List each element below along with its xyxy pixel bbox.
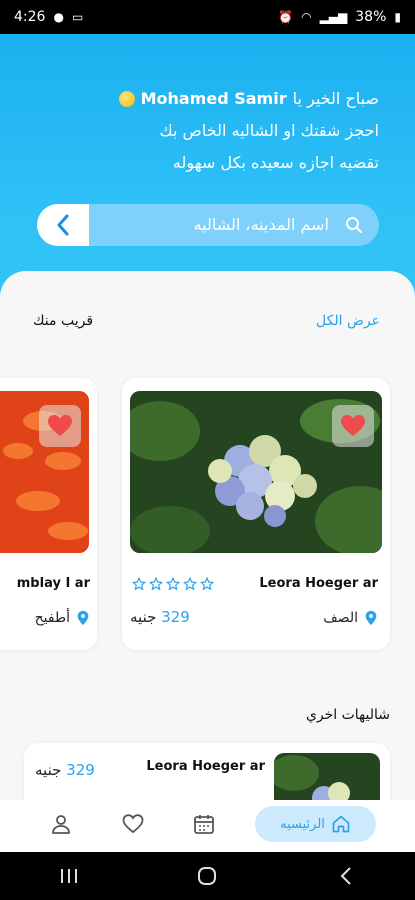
status-time: 4:26 [14, 9, 46, 25]
status-bar: 4:26 ● ▭ ⏰ ◠ ▂▄▆ 38% ▮ [0, 0, 415, 34]
emoji-icon [118, 91, 135, 107]
home-icon [332, 815, 350, 833]
star-icon [183, 577, 197, 591]
heart-outline-icon[interactable] [121, 812, 145, 836]
location-text: الصف [323, 610, 358, 626]
location-text: أطفيح [34, 610, 70, 626]
calendar-icon[interactable] [192, 812, 216, 836]
card-title: Leora Hoeger ar [259, 576, 378, 591]
location-pin-icon [77, 610, 89, 626]
wifi-icon: ◠ [301, 10, 312, 24]
rating-stars [132, 577, 214, 591]
nearby-card-partial[interactable]: mblay I ar أطفيح [0, 378, 97, 650]
laptop-icon: ▭ [71, 10, 84, 24]
battery-text: 38% [355, 9, 387, 25]
star-icon [166, 577, 180, 591]
star-icon [200, 577, 214, 591]
others-title: شاليهات اخري [305, 707, 390, 723]
nearby-card[interactable]: Leora Hoeger ar الصف 329 جنيه [122, 378, 390, 650]
heart-icon [48, 415, 72, 436]
nav-home-button[interactable]: الرئيسيه [255, 806, 376, 842]
back-system-button[interactable] [334, 866, 358, 886]
recents-button[interactable] [57, 866, 81, 886]
greeting-line-1: صباح الخير يا Mohamed Samir [118, 83, 379, 115]
greeting-line-2: احجز شقتك او الشاليه الخاص بك [159, 121, 379, 140]
card-image [130, 391, 382, 553]
location-pin-icon [365, 610, 377, 626]
user-name: Mohamed Samir [140, 89, 287, 108]
profile-icon[interactable] [49, 812, 73, 836]
price-value: 329 [66, 761, 95, 779]
search-icon [346, 217, 362, 233]
star-icon [149, 577, 163, 591]
bottom-nav: الرئيسيه [0, 800, 415, 852]
favorite-button[interactable] [39, 405, 81, 447]
star-icon [132, 577, 146, 591]
message-icon: ● [53, 10, 64, 24]
card-title: mblay I ar [16, 576, 90, 591]
home-system-button[interactable] [195, 866, 219, 886]
card-image [0, 391, 89, 553]
status-left: 4:26 ● ▭ [14, 9, 83, 25]
greeting-line-3: تقضيه اجازه سعيده بكل سهوله [172, 153, 379, 172]
heart-icon [341, 415, 365, 436]
card-location: الصف [323, 610, 378, 626]
home-circle-icon [198, 867, 217, 885]
recents-icon [61, 869, 78, 883]
search-back-button[interactable] [37, 204, 89, 246]
card-location: أطفيح [35, 610, 90, 626]
card-title: Leora Hoeger ar [146, 759, 265, 774]
nearby-title: قريب منك [33, 313, 94, 329]
card-image [274, 753, 380, 800]
view-all-link[interactable]: عرض الكل [316, 313, 380, 329]
card-price: 329 جنيه [130, 608, 190, 626]
price-unit: جنيه [35, 761, 62, 779]
signal-icon: ▂▄▆ [319, 10, 348, 24]
content-panel: قريب منك عرض الكل Leora Hoeger ar الصف 3… [0, 271, 415, 800]
card-price: 329 جنيه [35, 761, 95, 779]
price-unit: جنيه [130, 608, 157, 626]
greeting-prefix: صباح الخير يا [292, 89, 379, 108]
favorite-button[interactable] [332, 405, 374, 447]
greeting: صباح الخير يا Mohamed Samir احجز شقتك او… [118, 83, 379, 179]
search-bar[interactable]: اسم المدينه، الشاليه [37, 204, 379, 246]
alarm-icon: ⏰ [278, 10, 294, 24]
status-right: ⏰ ◠ ▂▄▆ 38% ▮ [278, 9, 401, 25]
flower-image [274, 753, 380, 800]
other-card[interactable]: Leora Hoeger ar 329 جنيه [24, 743, 390, 800]
price-value: 329 [161, 608, 190, 626]
chevron-left-icon [57, 214, 69, 236]
back-chevron-icon [340, 867, 351, 885]
search-input[interactable]: اسم المدينه، الشاليه [194, 204, 329, 246]
system-nav-bar [0, 852, 415, 900]
battery-icon: ▮ [394, 10, 401, 24]
nav-home-label: الرئيسيه [280, 816, 325, 832]
